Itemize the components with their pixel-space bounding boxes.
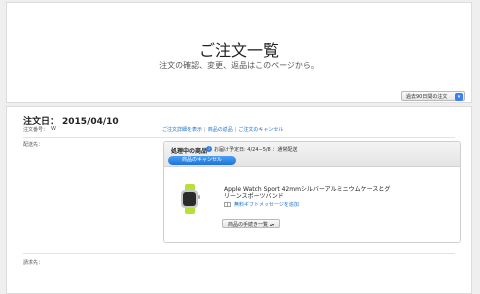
order-card: 注文日： 2015/04/10 注文番号： W ご注文詳細を表示 | 商品の返品 | ご注… — [6, 106, 472, 294]
return-items-link[interactable]: 商品の返品 — [208, 127, 233, 133]
order-number-value: W — [51, 126, 56, 132]
page-subtitle: 注文の確認、変更、返品はこのページから。 — [159, 61, 319, 70]
chevron-updown-icon: ▴▾ — [270, 222, 275, 227]
gift-icon — [224, 202, 231, 207]
link-separator: | — [204, 127, 206, 133]
divider — [23, 137, 455, 138]
status-title: 処理中の商品 — [171, 148, 208, 155]
item-actions-select-value: 商品の手続き一覧 — [227, 222, 268, 228]
status-panel: 処理中の商品 i お届け予定日: 4/24−5/8 ：通常配送 商品のキャンセル… — [163, 141, 461, 243]
product-image[interactable] — [178, 184, 202, 214]
product-name[interactable]: Apple Watch Sport 42mmシルバーアルミニウムケースとグリーン… — [224, 186, 394, 200]
ship-to-label: 配送先： — [23, 142, 44, 148]
bill-to-label: 請求先： — [23, 260, 44, 266]
cancel-item-button[interactable]: 商品のキャンセル — [168, 156, 236, 165]
order-date-value: 2015/04/10 — [62, 117, 119, 127]
view-order-details-link[interactable]: ご注文詳細を表示 — [162, 127, 202, 133]
add-gift-message-link[interactable]: 無料ギフトメッセージを追加 — [234, 201, 299, 208]
divider — [23, 253, 455, 254]
order-number-label: 注文番号： — [23, 127, 49, 133]
link-separator: | — [234, 127, 237, 133]
period-select[interactable]: 過去90日間の注文 ▾ — [401, 91, 465, 101]
info-icon[interactable]: i — [206, 146, 212, 152]
item-actions-select[interactable]: 商品の手続き一覧 ▴▾ — [222, 219, 280, 228]
status-bar: 処理中の商品 i お届け予定日: 4/24−5/8 ：通常配送 商品のキャンセル — [164, 142, 460, 167]
chevron-updown-icon: ▾ — [455, 93, 463, 101]
cancel-order-link[interactable]: ご注文のキャンセル — [238, 127, 283, 133]
header-card: ご注文一覧 注文の確認、変更、返品はこのページから。 過去90日間の注文 ▾ — [6, 2, 472, 103]
order-links: ご注文詳細を表示 | 商品の返品 | ご注文のキャンセル — [162, 126, 283, 133]
period-select-value: 過去90日間の注文 — [406, 94, 448, 100]
delivery-estimate: お届け予定日: 4/24−5/8 ：通常配送 — [214, 147, 298, 153]
page-title: ご注文一覧 — [198, 41, 279, 60]
